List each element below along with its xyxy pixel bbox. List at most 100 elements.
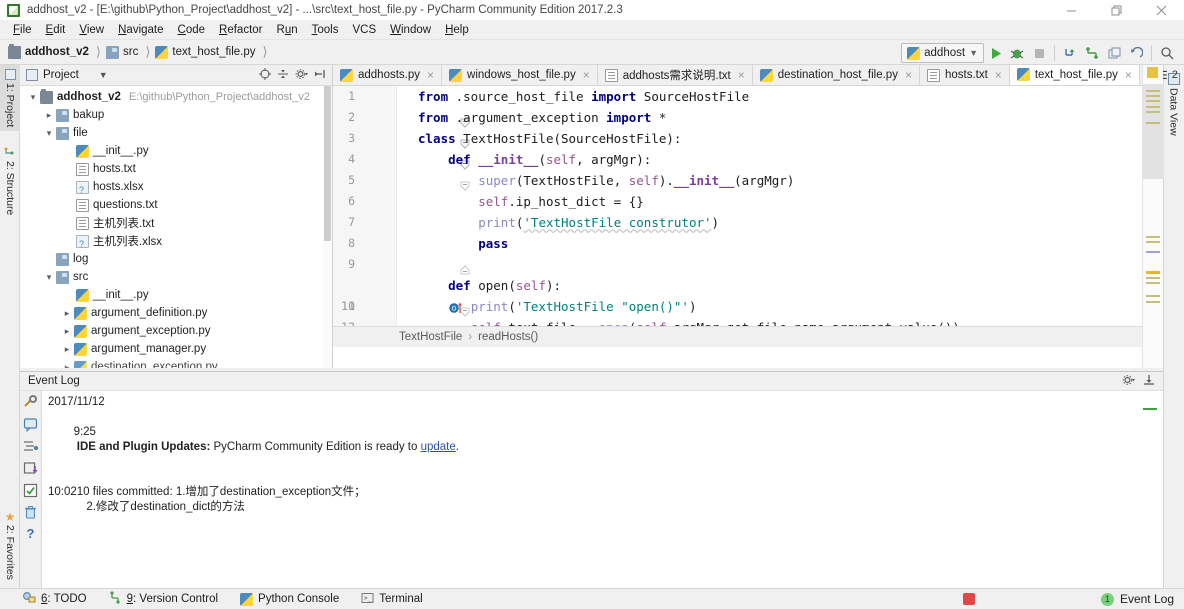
viewport-indicator[interactable] [1143,84,1164,179]
chevron-down-icon[interactable]: ▾ [26,92,40,103]
tree-item-hostlist-txt[interactable]: 主机列表.txt [20,214,332,232]
marker[interactable] [1146,241,1160,243]
gear-icon[interactable] [1122,374,1135,389]
help-icon[interactable]: ? [27,527,35,541]
sidebar-item-favorites[interactable]: ★ 2: Favorites [0,506,20,584]
debug-button[interactable] [1006,42,1028,64]
hide-icon[interactable] [314,68,326,83]
project-panel-scrollbar[interactable] [323,86,332,368]
expand-all-icon[interactable] [23,439,38,457]
sidebar-item-structure[interactable]: 2: Structure [0,143,20,219]
sidebar-item-project[interactable]: 1: Project [0,65,20,132]
code-line[interactable]: pass [418,233,960,254]
copy-icon[interactable] [1103,42,1125,64]
update-link[interactable]: update [421,441,456,453]
editor-tab-windows-host-file-py[interactable]: windows_host_file.py × [442,65,598,85]
status-python-console-button[interactable]: Python Console [240,592,339,606]
run-button[interactable] [984,42,1006,64]
marker[interactable] [1146,282,1160,284]
tree-item-src[interactable]: ▾ src [20,268,332,286]
menu-help[interactable]: Help [438,23,476,37]
marker[interactable] [1146,122,1160,124]
menu-run[interactable]: Run [270,23,305,37]
status-terminal-button[interactable]: >_ Terminal [361,592,423,607]
tree-item-bakup[interactable]: ▸ bakup [20,106,332,124]
minimize-icon[interactable] [1049,0,1094,21]
editor-source-lines[interactable]: from .source_host_file import SourceHost… [397,86,960,338]
chevron-right-icon[interactable]: ▸ [60,308,74,319]
collapse-icon[interactable] [277,68,289,83]
code-line[interactable]: super(TextHostFile, self).__init__(argMg… [418,170,960,191]
close-icon[interactable]: × [427,68,434,82]
menu-view[interactable]: View [72,23,111,37]
editor-tab-addhosts-requirements-txt[interactable]: addhosts需求说明.txt × [597,65,753,85]
code-editor[interactable]: 1 2 3 4 5 6 7 8 9 10 O 11 from .source_h… [333,86,1163,347]
undo-icon[interactable] [1125,42,1147,64]
marker[interactable] [1146,95,1160,97]
error-indicator-icon[interactable] [962,593,975,605]
code-line[interactable]: self.ip_host_dict = {} [418,191,960,212]
tree-item-init-py-file[interactable]: __init__.py [20,142,332,160]
stop-button[interactable] [1028,42,1050,64]
tree-item-hosts-txt[interactable]: hosts.txt [20,160,332,178]
marker[interactable] [1146,271,1160,274]
tree-item-argument_exception[interactable]: ▸ argument_exception.py [20,322,332,340]
code-line[interactable]: print('TextHostFile construtor') [418,212,960,233]
menu-refactor[interactable]: Refactor [212,23,269,37]
chevron-right-icon[interactable]: ▸ [42,110,56,121]
tree-item-hosts-xlsx[interactable]: hosts.xlsx [20,178,332,196]
code-line[interactable]: print('TextHostFile "open()"') [418,296,960,317]
chevron-right-icon[interactable]: ▸ [60,362,74,369]
gear-icon[interactable] [295,68,308,83]
close-icon[interactable]: × [738,68,745,82]
code-line[interactable]: from .argument_exception import * [418,107,960,128]
marker[interactable] [1146,90,1160,92]
chevron-down-icon[interactable]: ▾ [42,128,56,139]
chevron-right-icon[interactable]: ▸ [60,326,74,337]
tree-item-hostlist-xlsx[interactable]: 主机列表.xlsx [20,232,332,250]
status-version-control-button[interactable]: 9: Version Control [109,591,218,607]
tree-item-destination_exception[interactable]: ▸ destination_exception.py [20,358,332,368]
status-todo-button[interactable]: 6: TODO [22,591,87,607]
close-icon[interactable]: × [905,68,912,82]
scrollbar-thumb[interactable] [324,86,331,241]
marker[interactable] [1146,277,1160,279]
target-icon[interactable] [259,67,271,83]
status-event-log-label[interactable]: Event Log [1120,592,1174,606]
tree-item-file[interactable]: ▾ file [20,124,332,142]
tree-item-argument_definition[interactable]: ▸ argument_definition.py [20,304,332,322]
breadcrumb-class[interactable]: TextHostFile [399,331,462,343]
mark-read-icon[interactable] [23,483,38,501]
breadcrumb-project[interactable]: addhost_v2 [8,43,89,59]
chevron-right-icon[interactable]: ▸ [60,344,74,355]
close-icon[interactable]: × [1125,68,1132,82]
menu-window[interactable]: Window [383,23,438,37]
close-icon[interactable]: × [583,68,590,82]
menu-code[interactable]: Code [171,23,213,37]
collapse-all-icon[interactable] [23,461,38,479]
tree-item-argument_manager[interactable]: ▸ argument_manager.py [20,340,332,358]
vcs-update-icon[interactable] [1059,42,1081,64]
tree-item-src-init-py[interactable]: __init__.py [20,286,332,304]
menu-navigate[interactable]: Navigate [111,23,170,37]
menu-vcs[interactable]: VCS [345,23,383,37]
maximize-icon[interactable] [1094,0,1139,21]
code-line[interactable]: from .source_host_file import SourceHost… [418,86,960,107]
marker[interactable] [1146,301,1160,303]
code-line[interactable] [418,254,960,275]
breadcrumb-src[interactable]: src [106,45,138,59]
code-line[interactable]: class TextHostFile(SourceHostFile): [418,128,960,149]
breadcrumb-member[interactable]: readHosts() [478,331,538,343]
close-icon[interactable] [1139,0,1184,21]
search-icon[interactable] [1156,42,1178,64]
event-log-content[interactable]: 2017/11/12 9:25 IDE and Plugin Updates: … [42,391,1163,588]
menu-edit[interactable]: Edit [39,23,73,37]
code-line[interactable]: def open(self): [418,275,960,296]
console-settings-icon[interactable] [23,395,38,413]
menu-file[interactable]: File [6,23,39,37]
editor-tab-hosts-txt[interactable]: hosts.txt × [919,65,1010,85]
code-line[interactable]: def __init__(self, argMgr): [418,149,960,170]
hide-icon[interactable] [1143,374,1155,389]
tree-item-log[interactable]: log [20,250,332,268]
marker[interactable] [1146,111,1160,113]
